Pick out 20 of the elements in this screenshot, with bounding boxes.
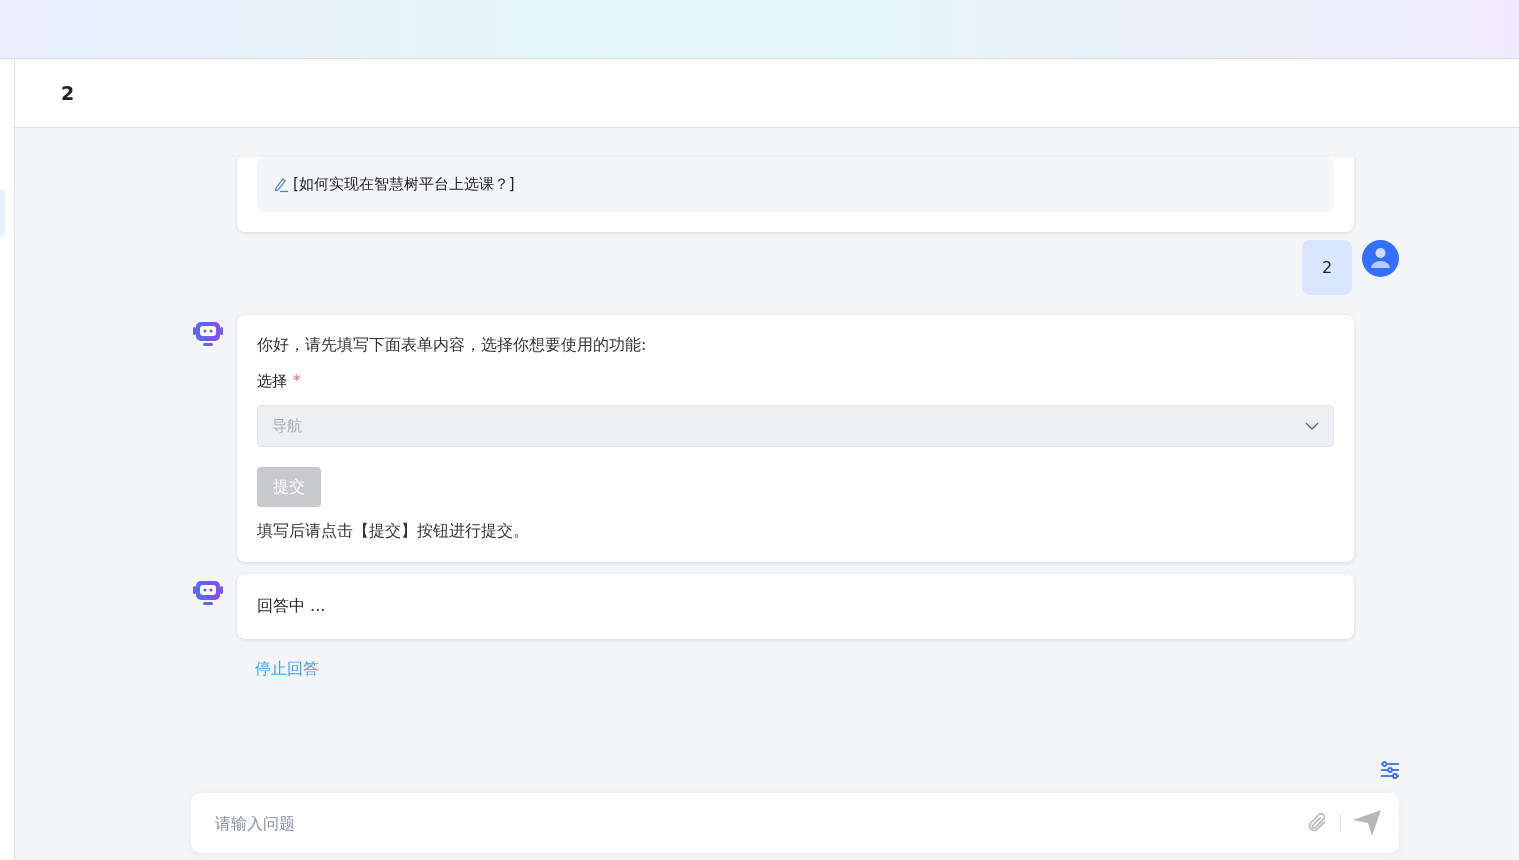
user-avatar <box>1362 240 1399 277</box>
robot-icon <box>193 580 223 606</box>
send-icon[interactable] <box>1353 810 1381 836</box>
field-label: 选择 <box>257 372 287 391</box>
chat-title: 2 <box>61 82 75 104</box>
required-mark: * <box>293 372 301 391</box>
form-intro: 你好，请先填写下面表单内容，选择你想要使用的功能: <box>257 335 648 356</box>
settings-icon[interactable] <box>1381 761 1399 779</box>
question-input[interactable]: 请输入问题 <box>213 812 1294 834</box>
paperclip-icon[interactable] <box>1306 812 1328 834</box>
pencil-icon <box>273 176 289 193</box>
suggested-question-text[interactable]: [如何实现在智慧树平台上选课？] <box>293 175 515 194</box>
message-text: 回答中 ... <box>257 595 327 617</box>
stop-answer-link[interactable]: 停止回答 <box>255 659 319 680</box>
suggested-question[interactable]: [如何实现在智慧树平台上选课？] <box>257 157 1334 212</box>
robot-icon <box>193 321 223 347</box>
chevron-down-icon <box>1305 422 1319 430</box>
user-message: 2 <box>1302 240 1352 295</box>
form-note: 填写后请点击【提交】按钮进行提交。 <box>257 521 530 542</box>
question-field[interactable]: 请输入问题 <box>191 793 1399 853</box>
